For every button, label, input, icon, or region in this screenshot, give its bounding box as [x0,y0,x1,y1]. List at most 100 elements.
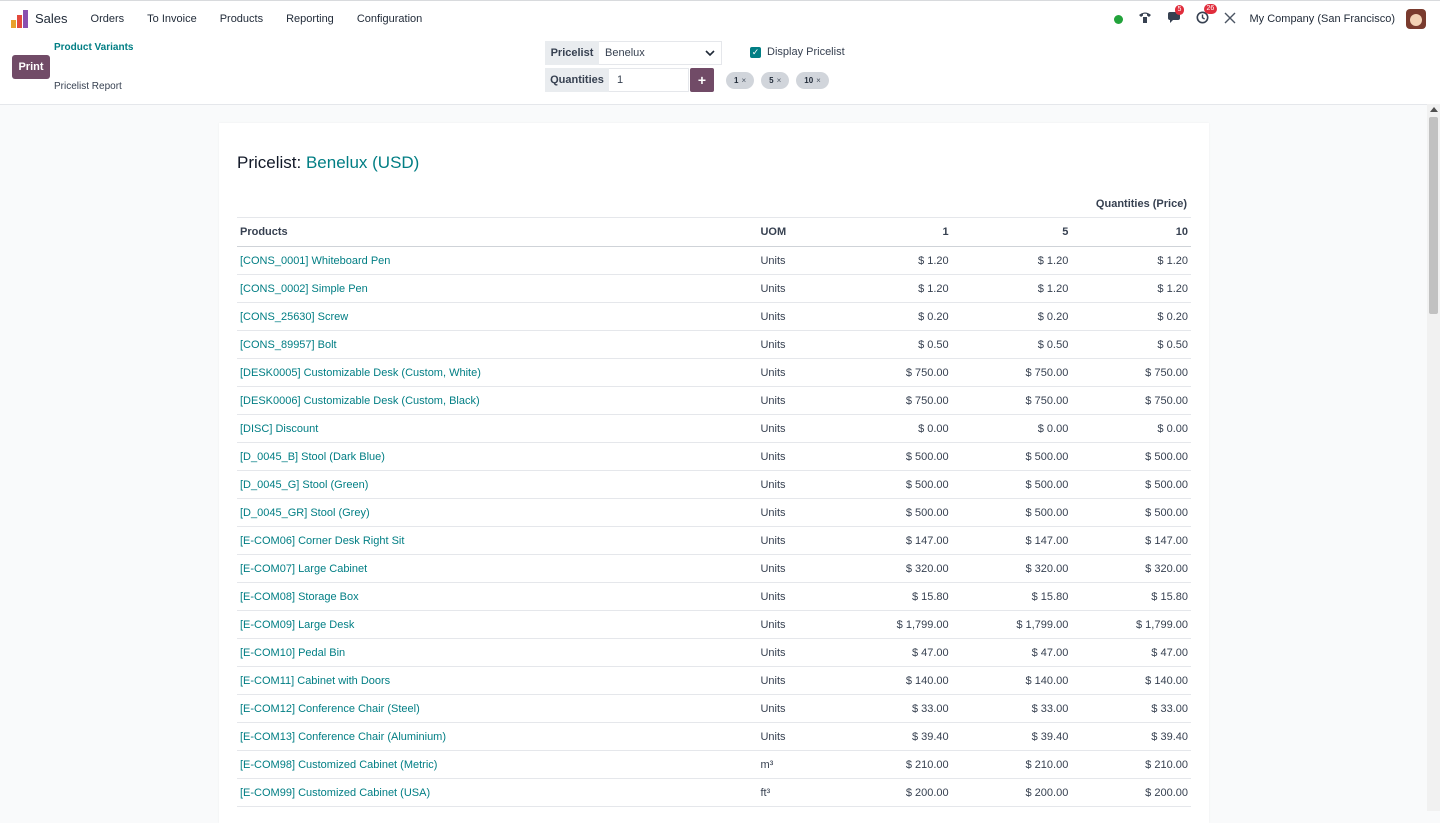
display-pricelist-checkbox[interactable]: ✓ [750,47,761,58]
remove-tag-icon[interactable]: × [816,76,821,85]
menu-configuration[interactable]: Configuration [349,13,430,25]
price-qty-10-cell: $ 1.20 [1071,275,1191,303]
activities-badge: 26 [1204,4,1218,14]
product-name-cell[interactable]: [D_0045_G] Stool (Green) [237,471,757,499]
product-name-cell[interactable]: [E-COM99] Customized Cabinet (USA) [237,779,757,807]
uom-cell: ft³ [757,779,832,807]
table-row: [E-COM08] Storage BoxUnits $ 15.80$ 15.80… [237,583,1191,611]
user-avatar[interactable] [1406,9,1426,29]
price-qty-10-cell: $ 750.00 [1071,387,1191,415]
company-switcher[interactable]: My Company (San Francisco) [1250,13,1396,25]
product-name-cell[interactable]: [E-COM08] Storage Box [237,583,757,611]
display-pricelist-toggle[interactable]: ✓ Display Pricelist [750,46,845,58]
quantity-input[interactable] [609,68,689,92]
activity-clock-icon[interactable]: 26 [1196,11,1209,27]
price-qty-1-cell: $ 39.40 [832,723,952,751]
scroll-up-icon[interactable] [1430,107,1438,112]
top-navbar: Sales Orders To Invoice Products Reporti… [0,0,1440,36]
print-option-pricelist-report[interactable]: Pricelist Report [54,81,122,92]
print-button[interactable]: Print [12,55,50,79]
price-qty-10-cell: $ 15.80 [1071,583,1191,611]
uom-cell: Units [757,415,832,443]
product-name-cell[interactable]: [E-COM98] Customized Cabinet (Metric) [237,751,757,779]
product-name-cell[interactable]: [CONS_0001] Whiteboard Pen [237,247,757,275]
product-name-cell[interactable]: [DESK0005] Customizable Desk (Custom, Wh… [237,359,757,387]
price-qty-10-cell: $ 0.50 [1071,331,1191,359]
table-row: [D_0045_GR] Stool (Grey)Units$ 500.00$ 5… [237,499,1191,527]
price-qty-1-cell: $ 500.00 [832,471,952,499]
price-qty-1-cell: $ 320.00 [832,555,952,583]
table-row: [E-COM10] Pedal BinUnits$ 47.00$ 47.00$ … [237,639,1191,667]
plus-icon: + [698,72,706,88]
add-quantity-button[interactable]: + [690,68,714,92]
uom-cell: Units [757,387,832,415]
price-qty-5-cell: $ 750.00 [952,387,1072,415]
product-name-cell[interactable]: [E-COM12] Conference Chair (Steel) [237,695,757,723]
price-qty-10-cell: $ 500.00 [1071,443,1191,471]
uom-cell: Units [757,443,832,471]
price-qty-5-cell: $ 15.80 [952,583,1072,611]
pricelist-select[interactable]: Benelux [599,41,722,65]
remove-tag-icon[interactable]: × [777,76,782,85]
product-name-cell[interactable]: [CONS_25630] Screw [237,303,757,331]
menu-to-invoice[interactable]: To Invoice [139,13,205,25]
menu-products[interactable]: Products [212,13,271,25]
menu-reporting[interactable]: Reporting [278,13,342,25]
remove-tag-icon[interactable]: × [741,76,746,85]
product-name-cell[interactable]: [E-COM11] Cabinet with Doors [237,667,757,695]
product-name-cell[interactable]: [DISC] Discount [237,415,757,443]
product-name-cell[interactable]: [D_0045_B] Stool (Dark Blue) [237,443,757,471]
price-qty-5-cell: $ 140.00 [952,667,1072,695]
uom-cell: Units [757,611,832,639]
price-qty-1-cell: $ 750.00 [832,359,952,387]
product-name-cell[interactable]: [E-COM06] Corner Desk Right Sit [237,527,757,555]
price-qty-1-cell: $ 33.00 [832,695,952,723]
price-qty-10-cell: $ 750.00 [1071,359,1191,387]
price-qty-1-cell: $ 500.00 [832,443,952,471]
table-row: [DISC] DiscountUnits$ 0.00$ 0.00$ 0.00 [237,415,1191,443]
price-qty-5-cell: $ 33.00 [952,695,1072,723]
header-products: Products [237,218,757,247]
table-row: [E-COM99] Customized Cabinet (USA)ft³$ 2… [237,779,1191,807]
app-name[interactable]: Sales [35,11,68,26]
systray: 5 26 My Company (San Francisco) [1099,1,1440,37]
product-name-cell[interactable]: [CONS_89957] Bolt [237,331,757,359]
phone-icon[interactable] [1138,11,1152,27]
uom-cell: Units [757,723,832,751]
price-qty-5-cell: $ 210.00 [952,751,1072,779]
scrollbar-thumb[interactable] [1429,117,1438,314]
quantity-tag-value: 5 [769,76,773,85]
uom-cell: Units [757,583,832,611]
pricelist-label: Pricelist [545,41,599,65]
report-title: Pricelist: Benelux (USD) [237,153,419,173]
header-qty-10: 10 [1071,218,1191,247]
report-title-prefix: Pricelist: [237,153,301,172]
table-row: [D_0045_G] Stool (Green)Units$ 500.00$ 5… [237,471,1191,499]
price-qty-5-cell: $ 0.50 [952,331,1072,359]
product-name-cell[interactable]: [E-COM10] Pedal Bin [237,639,757,667]
product-name-cell[interactable]: [E-COM09] Large Desk [237,611,757,639]
product-name-cell[interactable]: [E-COM13] Conference Chair (Aluminium) [237,723,757,751]
price-qty-10-cell: $ 1.20 [1071,247,1191,275]
quantity-tag: 5 × [761,72,789,89]
price-qty-10-cell: $ 0.20 [1071,303,1191,331]
uom-cell: Units [757,275,832,303]
print-option-product-variants[interactable]: Product Variants [54,42,133,53]
quantity-tags: 1 × 5 × 10 × [726,72,829,89]
table-row: [E-COM11] Cabinet with DoorsUnits $ 140.0… [237,667,1191,695]
price-qty-1-cell: $ 1.20 [832,247,952,275]
debug-tools-icon[interactable] [1224,12,1236,27]
menu-orders[interactable]: Orders [83,13,133,25]
product-name-cell[interactable]: [DESK0006] Customizable Desk (Custom, Bl… [237,387,757,415]
quantity-tag: 1 × [726,72,754,89]
product-name-cell[interactable]: [E-COM07] Large Cabinet [237,555,757,583]
price-qty-1-cell: $ 147.00 [832,527,952,555]
sales-app-icon[interactable] [11,10,29,28]
table-row: [DESK0005] Customizable Desk (Custom, Wh… [237,359,1191,387]
uom-cell: Units [757,667,832,695]
uom-cell: Units [757,499,832,527]
report-pricelist-name[interactable]: Benelux (USD) [306,153,419,172]
messages-icon[interactable]: 5 [1167,12,1181,27]
product-name-cell[interactable]: [CONS_0002] Simple Pen [237,275,757,303]
product-name-cell[interactable]: [D_0045_GR] Stool (Grey) [237,499,757,527]
